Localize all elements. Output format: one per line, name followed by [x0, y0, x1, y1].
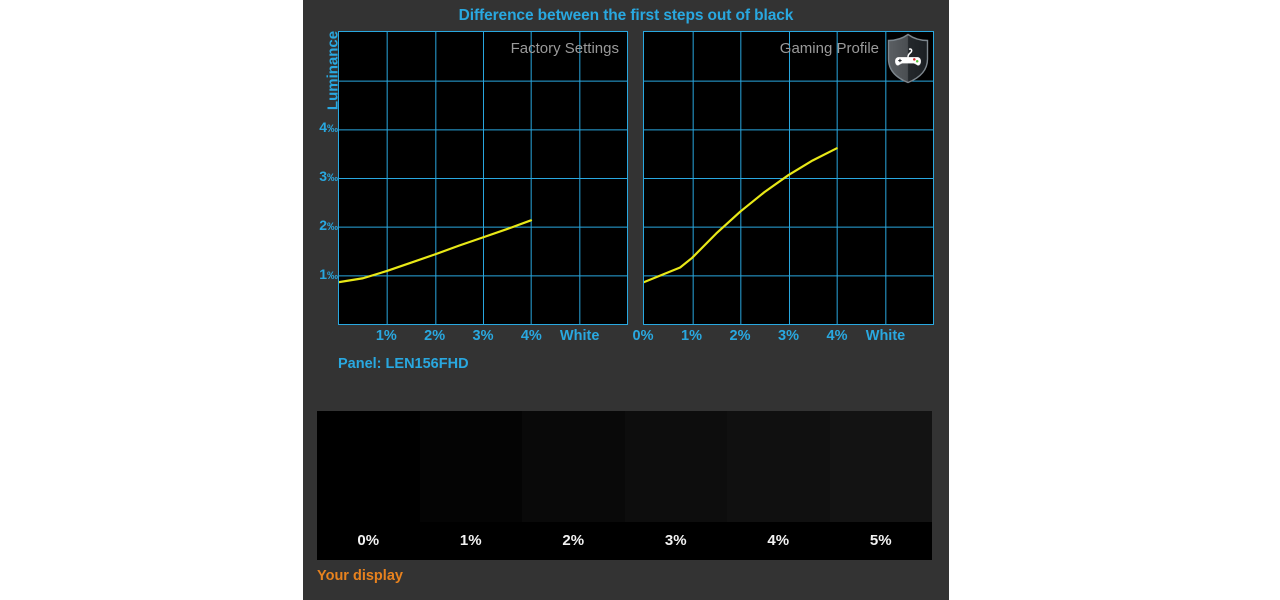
chart-pane-gaming-profile: Gaming Profile — [643, 31, 934, 325]
y-axis-tick-2: 2‰ — [319, 216, 338, 233]
gradient-band-1 — [419, 411, 522, 522]
x-axis-tick: 2% — [729, 328, 751, 344]
x-axis-ticks-factory: 1% 2% 3% 4% White — [338, 328, 628, 350]
x-axis-tick: 1% — [375, 328, 397, 344]
chart-canvas-factory-settings — [339, 32, 627, 324]
gradient-band-4 — [727, 411, 830, 522]
chart-pane-factory-settings: Factory Settings — [338, 31, 628, 325]
x-axis-tick: 3% — [778, 328, 799, 344]
gradient-band-label-4: 4% — [767, 532, 790, 549]
panel-model-label: Panel: LEN156FHD — [338, 356, 469, 372]
x-axis-tick: White — [559, 328, 600, 344]
gradient-band-2 — [522, 411, 625, 522]
x-axis-tick: 3% — [472, 328, 494, 344]
your-display-caption: Your display — [317, 568, 403, 584]
y-axis-tick-3: 3‰ — [319, 167, 338, 184]
gradient-band-labels: 0% 1% 2% 3% 4% 5% — [317, 522, 932, 560]
gradient-bands — [317, 411, 932, 522]
data-curve — [339, 219, 533, 284]
x-axis-ticks-gaming: 0% 1% 2% 3% 4% White — [633, 328, 934, 350]
gamepad-shield-icon — [885, 33, 931, 84]
x-axis-tick: White — [865, 328, 906, 344]
y-axis-tick-4: 4‰ — [319, 118, 338, 135]
gradient-band-label-1: 1% — [459, 532, 482, 549]
gradient-band-label-0: 0% — [357, 532, 380, 549]
gradient-band-0 — [317, 411, 420, 522]
gradient-band-label-3: 3% — [664, 532, 687, 549]
black-level-gradient-strip: 0% 1% 2% 3% 4% 5% — [317, 411, 932, 560]
y-axis-tick-1: 1‰ — [319, 265, 338, 282]
x-axis-tick: 4% — [826, 328, 848, 344]
page-title: Difference between the first steps out o… — [458, 7, 794, 24]
x-axis-tick: 2% — [424, 328, 446, 344]
x-axis-tick: 4% — [520, 328, 542, 344]
y-axis-ticks: 4‰ 3‰ 2‰ 1‰ — [303, 0, 338, 340]
gradient-band-label-5: 5% — [869, 532, 892, 549]
gradient-band-5 — [829, 411, 932, 522]
gradient-band-label-2: 2% — [562, 532, 585, 549]
x-axis-tick: 1% — [681, 328, 702, 344]
x-axis-tick: 0% — [632, 328, 654, 344]
gradient-band-3 — [624, 411, 727, 522]
screenshot-root: Difference between the first steps out o… — [0, 0, 1280, 600]
display-test-panel: Difference between the first steps out o… — [303, 0, 949, 600]
